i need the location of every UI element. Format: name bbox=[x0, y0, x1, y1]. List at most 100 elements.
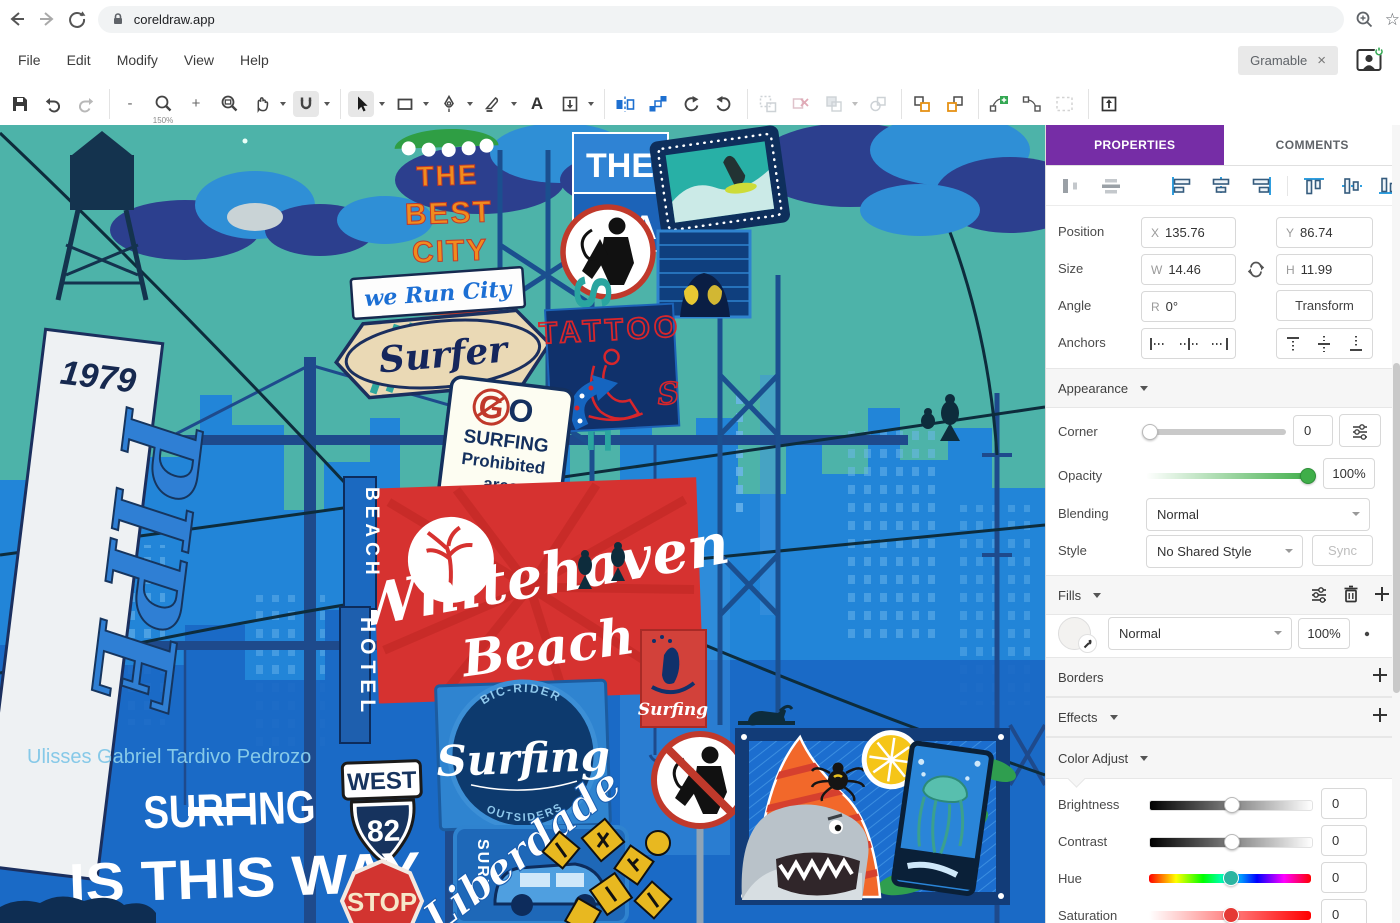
lock-ratio-icon[interactable] bbox=[1247, 260, 1265, 278]
contrast-value-field[interactable] bbox=[1321, 825, 1367, 856]
tab-comments[interactable]: COMMENTS bbox=[1224, 125, 1400, 165]
fill-color-swatch[interactable] bbox=[1058, 617, 1091, 650]
position-x-field[interactable]: X bbox=[1141, 217, 1236, 248]
panel-scrollbar[interactable] bbox=[1392, 125, 1400, 923]
align-middle-icon[interactable] bbox=[1340, 176, 1364, 196]
menu-help[interactable]: Help bbox=[240, 52, 269, 68]
fills-collapse-icon[interactable] bbox=[1093, 593, 1101, 598]
import-flyout[interactable] bbox=[588, 102, 594, 106]
opacity-value[interactable]: 100% bbox=[1323, 458, 1375, 489]
anchor-top-icon[interactable] bbox=[1285, 334, 1301, 354]
combine-flyout[interactable] bbox=[852, 102, 858, 106]
artist-credit[interactable]: Ulisses Gabriel Tardivo Pedrozo bbox=[27, 746, 311, 768]
knife-tool[interactable] bbox=[480, 91, 506, 117]
shape-tool-flyout[interactable] bbox=[423, 102, 429, 106]
zoom-tool[interactable]: 150% bbox=[150, 91, 176, 117]
menu-edit[interactable]: Edit bbox=[67, 52, 91, 68]
rotate-cw-button[interactable] bbox=[711, 91, 737, 117]
align-top-icon[interactable] bbox=[1302, 176, 1326, 196]
saturation-value-input[interactable] bbox=[1330, 906, 1368, 923]
beach-vertical-sign[interactable]: BEACH bbox=[344, 477, 382, 609]
project-name-chip[interactable]: Gramable × bbox=[1238, 46, 1338, 75]
contrast-value-input[interactable] bbox=[1330, 832, 1368, 849]
color-adjust-section-header[interactable]: Color Adjust bbox=[1046, 737, 1400, 779]
zoom-in-button[interactable]: + bbox=[183, 91, 209, 117]
menu-modify[interactable]: Modify bbox=[117, 52, 158, 68]
export-button[interactable] bbox=[1096, 91, 1122, 117]
distribute-horizontal-icon[interactable] bbox=[1058, 176, 1084, 196]
align-left-icon[interactable] bbox=[1169, 176, 1195, 196]
flip-horizontal-button[interactable] bbox=[612, 91, 638, 117]
align-right-icon[interactable] bbox=[1248, 176, 1274, 196]
distribute-objects-button[interactable] bbox=[645, 91, 671, 117]
effects-section-header[interactable]: Effects bbox=[1046, 697, 1400, 737]
hue-slider[interactable] bbox=[1149, 874, 1311, 883]
eyedropper-icon[interactable] bbox=[1078, 634, 1097, 653]
saturation-value-field[interactable] bbox=[1321, 899, 1367, 923]
appearance-section-header[interactable]: Appearance bbox=[1046, 368, 1400, 408]
rectangle-tool[interactable] bbox=[392, 91, 418, 117]
borders-section-header[interactable]: Borders bbox=[1046, 657, 1400, 697]
fills-section-header[interactable]: Fills bbox=[1046, 575, 1400, 615]
fill-opacity-value[interactable]: 100% bbox=[1298, 618, 1350, 649]
save-button[interactable] bbox=[7, 91, 33, 117]
zoom-in-icon[interactable] bbox=[1354, 9, 1375, 30]
anchor-bottom-icon[interactable] bbox=[1348, 334, 1364, 354]
redo-button[interactable] bbox=[73, 91, 99, 117]
pan-tool[interactable] bbox=[249, 91, 275, 117]
knife-tool-flyout[interactable] bbox=[511, 102, 517, 106]
appearance-collapse-icon[interactable] bbox=[1140, 386, 1148, 391]
hue-value-field[interactable] bbox=[1321, 862, 1367, 893]
style-sync-button[interactable]: Sync bbox=[1312, 535, 1373, 566]
menu-view[interactable]: View bbox=[184, 52, 214, 68]
surfing-red-banner[interactable]: Surfing bbox=[638, 630, 708, 727]
pan-tool-flyout[interactable] bbox=[280, 102, 286, 106]
size-w-field[interactable]: W bbox=[1141, 254, 1236, 285]
edit-nodes-button[interactable] bbox=[1019, 91, 1045, 117]
corner-value-input[interactable] bbox=[1302, 422, 1340, 439]
add-effect-icon[interactable] bbox=[1371, 706, 1389, 724]
bring-forward-button[interactable] bbox=[909, 91, 935, 117]
anchor-center-h-icon[interactable] bbox=[1178, 336, 1200, 352]
brightness-value-input[interactable] bbox=[1330, 795, 1368, 812]
ungroup-button[interactable] bbox=[788, 91, 814, 117]
browser-forward-button[interactable] bbox=[34, 4, 60, 34]
contrast-slider[interactable] bbox=[1149, 837, 1313, 848]
browser-reload-button[interactable] bbox=[64, 4, 90, 34]
send-backward-button[interactable] bbox=[942, 91, 968, 117]
undo-button[interactable] bbox=[40, 91, 66, 117]
size-w-input[interactable] bbox=[1166, 261, 1228, 278]
fill-options-icon[interactable] bbox=[1309, 584, 1329, 604]
combine-shapes-button[interactable] bbox=[821, 91, 847, 117]
snap-flyout[interactable] bbox=[324, 102, 330, 106]
style-select[interactable]: No Shared Style bbox=[1146, 535, 1303, 568]
pen-tool-flyout[interactable] bbox=[467, 102, 473, 106]
browser-address-bar[interactable]: coreldraw.app bbox=[98, 6, 1344, 33]
angle-field[interactable]: R bbox=[1141, 291, 1236, 322]
opacity-slider[interactable] bbox=[1146, 473, 1311, 479]
text-tool[interactable]: A bbox=[524, 91, 550, 117]
group-button[interactable] bbox=[755, 91, 781, 117]
pick-tool[interactable] bbox=[348, 91, 374, 117]
zoom-to-area-tool[interactable] bbox=[216, 91, 242, 117]
tab-properties[interactable]: PROPERTIES bbox=[1046, 125, 1224, 165]
menu-file[interactable]: File bbox=[18, 52, 41, 68]
import-button[interactable] bbox=[557, 91, 583, 117]
brightness-slider[interactable] bbox=[1149, 800, 1313, 811]
transform-button[interactable]: Transform bbox=[1276, 290, 1373, 321]
fill-blend-select[interactable]: Normal bbox=[1108, 617, 1292, 650]
scrollbar-thumb[interactable] bbox=[1393, 363, 1400, 693]
shark-billboard[interactable] bbox=[735, 728, 1019, 905]
marquee-select-button[interactable] bbox=[1052, 91, 1078, 117]
delete-fill-icon[interactable] bbox=[1342, 584, 1360, 604]
snap-magnet-tool[interactable] bbox=[293, 91, 319, 117]
blending-select[interactable]: Normal bbox=[1146, 498, 1370, 531]
brightness-value-field[interactable] bbox=[1321, 788, 1367, 819]
corner-options-button[interactable] bbox=[1339, 414, 1381, 447]
pen-tool[interactable] bbox=[436, 91, 462, 117]
size-h-field[interactable]: H bbox=[1276, 254, 1373, 285]
drawing-canvas[interactable]: 1979 PIPE THE BEST CITY BUR bbox=[0, 125, 1045, 923]
effects-collapse-icon[interactable] bbox=[1110, 715, 1118, 720]
rotate-ccw-button[interactable] bbox=[678, 91, 704, 117]
position-x-input[interactable] bbox=[1163, 224, 1225, 241]
